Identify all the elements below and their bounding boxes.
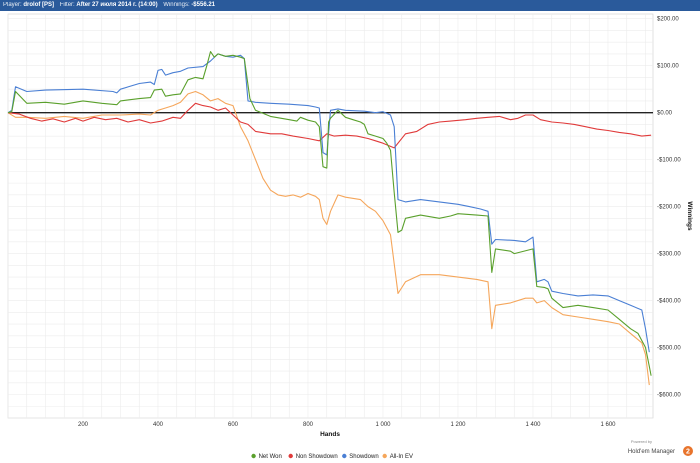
legend: Net Won Non Showdown Showdown All-In EV [251,453,413,460]
y-tick-label: -$100.00 [657,158,681,164]
x-axis-title: Hands [320,431,340,438]
y-tick-labels: $200.00 $100.00 $0.00 -$100.00 -$200.00 -$300… [657,17,681,399]
legend-marker-non-showdown [288,453,293,459]
y-tick-label: -$500.00 [657,346,681,352]
y-tick-label: $0.00 [657,111,673,117]
branding-logo: Powered by Hold'em Manager 2 [628,439,693,456]
legend-label-all-in-ev: All-In EV [390,454,413,460]
x-tick-label: 1 400 [525,422,541,428]
winnings-chart: $200.00 $100.00 $0.00 -$100.00 -$200.00 -$300… [7,13,693,460]
filter-label: Filter: [59,2,75,8]
x-tick-label: 1 200 [450,422,466,428]
y-axis-title: Winnings [686,201,693,231]
winnings-value: -$556.21 [191,2,215,8]
y-tick-label: -$600.00 [657,393,681,399]
x-tick-label: 1 600 [600,422,616,428]
player-label: Player: [3,2,22,8]
y-tick-label: -$300.00 [657,252,681,258]
filter-value: After 27 июля 2014 г. (14:00) [76,2,158,8]
legend-marker-all-in-ev [382,453,387,459]
y-tick-label: $100.00 [657,64,679,70]
y-tick-label: $200.00 [657,17,679,23]
y-tick-label: -$400.00 [657,299,681,305]
plot-area [7,13,654,419]
legend-label-showdown: Showdown [349,454,378,460]
legend-marker-showdown [342,453,347,459]
filter-header: Player: drolof [PS] Filter: After 27 июл… [0,0,700,11]
brand-badge-text: 2 [686,449,690,456]
powered-by-text: Powered by [631,439,652,444]
x-tick-label: 200 [78,422,89,428]
player-value: drolof [PS] [23,2,55,8]
x-tick-labels: 200 400 600 800 1 000 1 200 1 400 1 600 [78,422,616,428]
legend-marker-net-won [251,453,256,459]
x-tick-label: 800 [303,422,314,428]
legend-label-net-won: Net Won [259,454,282,460]
x-tick-label: 400 [153,422,164,428]
winnings-label: Winnings: [163,2,190,8]
legend-label-non-showdown: Non Showdown [296,454,338,460]
y-tick-label: -$200.00 [657,205,681,211]
x-tick-label: 1 000 [375,422,391,428]
x-tick-label: 600 [228,422,239,428]
brand-name: Hold'em Manager [628,449,675,455]
